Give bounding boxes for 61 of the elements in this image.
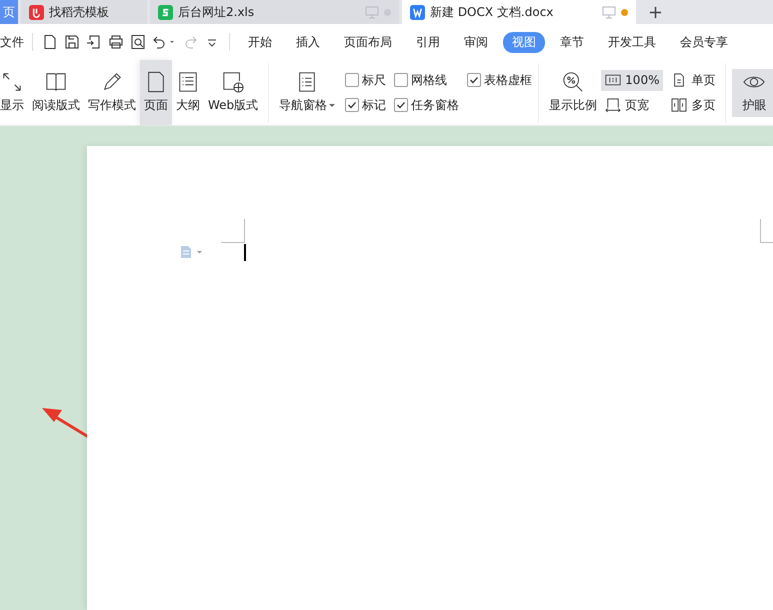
ribbon-tab[interactable]: 章节 bbox=[551, 32, 593, 52]
checkbox[interactable] bbox=[345, 98, 360, 112]
plus-icon[interactable] bbox=[649, 6, 662, 18]
checkbox-option[interactable]: 任务窗格 bbox=[394, 96, 460, 114]
zoom-option[interactable]: 100% bbox=[601, 70, 664, 90]
button-label: 导航窗格 bbox=[279, 97, 328, 114]
page-icon bbox=[145, 71, 167, 93]
checkbox[interactable] bbox=[345, 73, 360, 87]
zoom-option[interactable]: 页宽 bbox=[601, 94, 664, 116]
expand-icon bbox=[1, 71, 23, 93]
print-preview-icon[interactable] bbox=[130, 34, 146, 50]
multiple-pages-icon bbox=[671, 98, 688, 112]
checkbox[interactable] bbox=[467, 73, 482, 87]
ribbon-tab[interactable]: 审阅 bbox=[455, 32, 497, 52]
status-dot bbox=[621, 8, 628, 16]
view-mode-button[interactable]: 大纲 bbox=[172, 68, 204, 116]
ribbon-tab[interactable]: 开始 bbox=[239, 32, 281, 52]
checkbox-option[interactable]: 网格线 bbox=[394, 72, 460, 88]
zoom-option[interactable]: 单页 bbox=[667, 70, 720, 90]
actual-size-icon bbox=[605, 73, 622, 87]
file-menu[interactable]: 文件 bbox=[0, 34, 26, 50]
view-mode-button[interactable]: 阅读版式 bbox=[28, 68, 84, 116]
margin-corner-mark bbox=[760, 219, 773, 243]
ribbon-tab[interactable]: 插入 bbox=[287, 32, 329, 52]
open-book-icon bbox=[45, 71, 67, 93]
document-tab[interactable]: 找稻壳模板 bbox=[21, 0, 147, 24]
save-icon[interactable] bbox=[64, 34, 80, 50]
checkbox[interactable] bbox=[394, 73, 408, 87]
print-icon[interactable] bbox=[108, 34, 124, 50]
view-mode-button[interactable]: 显示 bbox=[0, 68, 28, 116]
sheet-logo-icon bbox=[158, 4, 173, 20]
undo-icon[interactable] bbox=[152, 34, 176, 50]
doc-logo-icon bbox=[410, 4, 425, 20]
view-mode-button[interactable]: 写作模式 bbox=[84, 68, 140, 116]
new-document-icon[interactable] bbox=[42, 34, 58, 50]
text-cursor bbox=[244, 244, 246, 261]
ribbon-tab[interactable]: 会员专享 bbox=[671, 32, 737, 52]
export-icon[interactable] bbox=[86, 34, 102, 50]
document-tab[interactable]: 新建 DOCX 文档.docx bbox=[402, 0, 636, 24]
checkbox-option[interactable]: 标记 bbox=[345, 96, 386, 114]
ribbon-tab[interactable]: 开发工具 bbox=[599, 32, 665, 52]
flame-logo-icon bbox=[29, 4, 44, 20]
document-tab[interactable]: 后台网址2.xls bbox=[150, 0, 399, 24]
web-page-icon bbox=[222, 71, 244, 93]
view-mode-button[interactable]: Web版式 bbox=[204, 68, 262, 116]
zoom-percent-icon bbox=[562, 71, 584, 93]
zoom-option[interactable]: 多页 bbox=[667, 94, 720, 116]
checkbox-option[interactable]: 标尺 bbox=[345, 72, 386, 88]
pen-icon bbox=[101, 71, 123, 93]
ribbon-tab[interactable]: 页面布局 bbox=[335, 32, 401, 52]
view-mode-button[interactable]: 页面 bbox=[140, 60, 172, 125]
eye-care-button[interactable]: 护眼 bbox=[732, 68, 773, 116]
page-width-icon bbox=[605, 98, 622, 112]
caret-icon bbox=[329, 104, 336, 108]
outline-list-icon bbox=[177, 71, 199, 93]
ribbon-tab[interactable]: 引用 bbox=[407, 32, 449, 52]
navigation-pane-button[interactable]: 导航窗格 bbox=[275, 68, 340, 116]
margin-corner-mark bbox=[221, 219, 245, 243]
checkbox[interactable] bbox=[394, 98, 408, 112]
checkbox-option[interactable]: 表格虚框 bbox=[467, 72, 532, 88]
zoom-button[interactable]: 显示比例 bbox=[545, 68, 602, 116]
